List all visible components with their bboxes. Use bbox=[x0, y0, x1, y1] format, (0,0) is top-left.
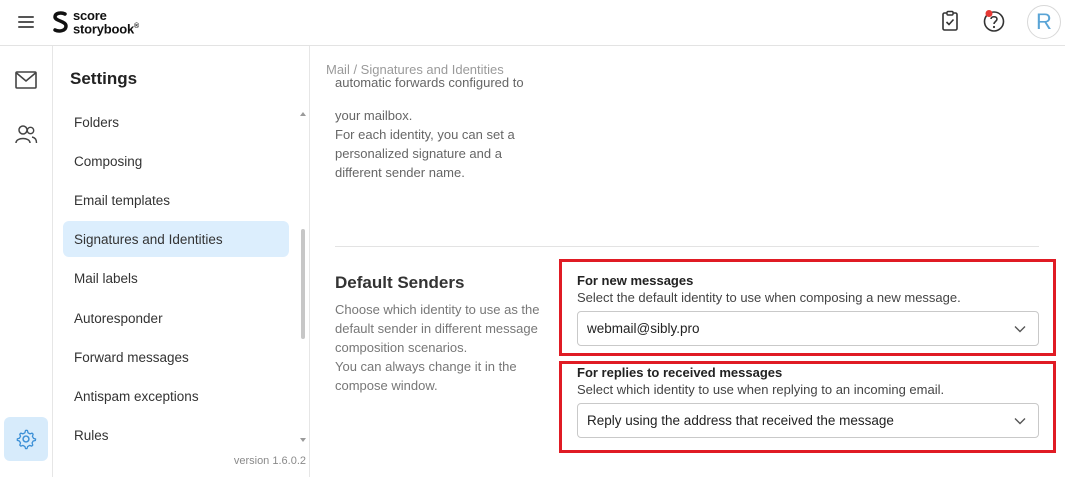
replies-field: For replies to received messages Select … bbox=[577, 365, 1039, 438]
version-label: version 1.6.0.2 bbox=[233, 455, 306, 467]
settings-item-composing[interactable]: Composing bbox=[63, 143, 289, 179]
rail-contacts-button[interactable] bbox=[4, 112, 48, 156]
settings-panel: Settings Folders Composing Email templat… bbox=[54, 46, 310, 477]
settings-scrollbar[interactable] bbox=[300, 112, 306, 442]
new-messages-label: For new messages bbox=[577, 273, 694, 288]
hamburger-icon[interactable] bbox=[18, 16, 34, 28]
contacts-icon bbox=[15, 125, 38, 144]
identities-intro: automatic forwards configured to your ma… bbox=[335, 75, 524, 180]
gear-icon bbox=[16, 429, 37, 450]
new-messages-help: Select the default identity to use when … bbox=[577, 290, 961, 305]
logo-text-score: score bbox=[73, 7, 107, 23]
left-rail bbox=[0, 46, 53, 477]
replies-help: Select which identity to use when replyi… bbox=[577, 382, 945, 397]
mail-icon bbox=[15, 71, 37, 89]
section-divider bbox=[335, 246, 1039, 247]
app-logo[interactable]: score storybook® bbox=[52, 8, 139, 36]
settings-item-signatures[interactable]: Signatures and Identities bbox=[63, 221, 289, 257]
notification-dot bbox=[985, 10, 993, 17]
chevron-down-icon bbox=[1014, 326, 1026, 333]
new-messages-select[interactable]: webmail@sibly.pro bbox=[577, 311, 1039, 346]
replies-label: For replies to received messages bbox=[577, 365, 783, 380]
chevron-down-icon bbox=[1014, 418, 1026, 425]
settings-title: Settings bbox=[70, 69, 138, 88]
top-bar: score storybook® R bbox=[0, 0, 1065, 46]
settings-item-folders[interactable]: Folders bbox=[63, 104, 289, 140]
clipboard-check-icon[interactable] bbox=[938, 9, 962, 33]
settings-item-mail-labels[interactable]: Mail labels bbox=[63, 260, 289, 296]
logo-registered: ® bbox=[134, 22, 140, 30]
settings-item-email-templates[interactable]: Email templates bbox=[63, 182, 289, 218]
default-senders-description: Choose which identity to use as the defa… bbox=[335, 302, 540, 393]
scroll-down-arrow-icon[interactable] bbox=[300, 438, 306, 442]
settings-item-autoresponder[interactable]: Autoresponder bbox=[63, 300, 289, 336]
rail-mail-button[interactable] bbox=[4, 58, 48, 102]
new-messages-field: For new messages Select the default iden… bbox=[577, 273, 1039, 346]
avatar[interactable]: R bbox=[1027, 5, 1061, 39]
settings-item-antispam[interactable]: Antispam exceptions bbox=[63, 378, 289, 414]
scroll-thumb[interactable] bbox=[301, 229, 305, 339]
default-senders-title: Default Senders bbox=[335, 273, 465, 292]
scroll-up-arrow-icon[interactable] bbox=[300, 112, 306, 116]
logo-mark-icon bbox=[53, 11, 68, 33]
main-content: Mail / Signatures and Identities automat… bbox=[311, 46, 1065, 477]
rail-settings-button[interactable] bbox=[4, 417, 48, 461]
settings-item-rules[interactable]: Rules bbox=[63, 417, 289, 453]
logo-text-storybook: storybook bbox=[73, 21, 135, 37]
help-icon[interactable] bbox=[982, 9, 1006, 33]
replies-select[interactable]: Reply using the address that received th… bbox=[577, 403, 1039, 438]
settings-item-forward-messages[interactable]: Forward messages bbox=[63, 339, 289, 375]
